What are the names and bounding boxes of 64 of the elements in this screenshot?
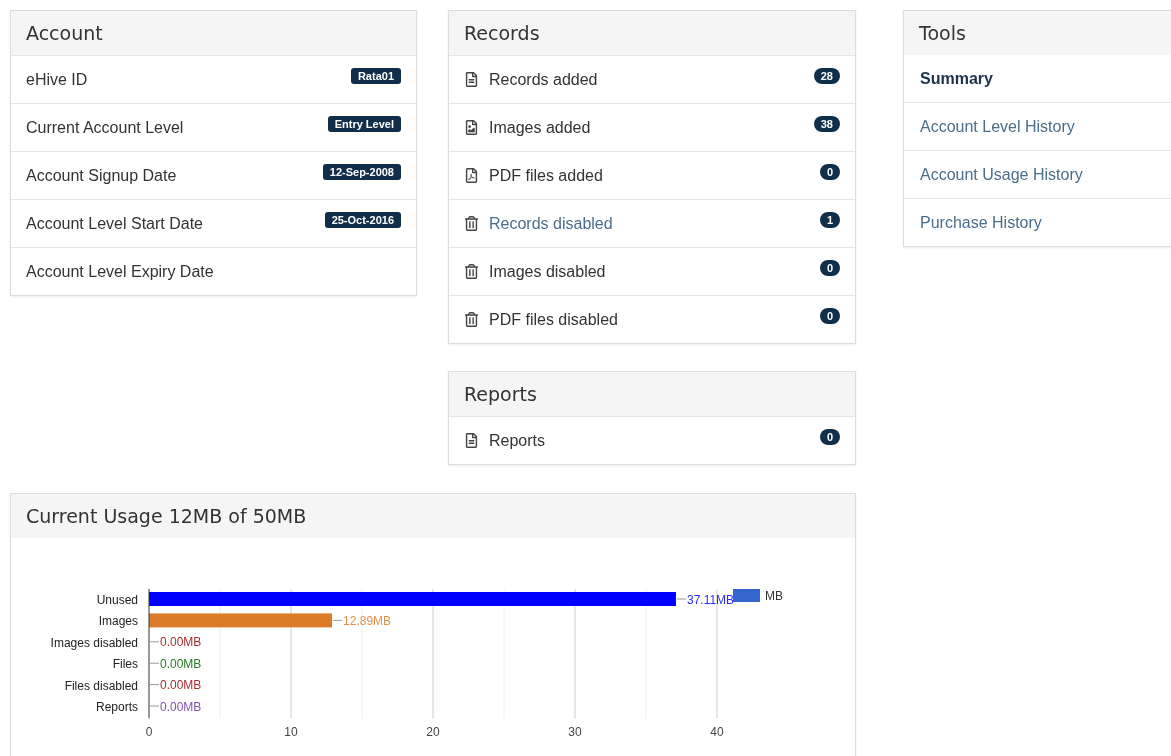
tick-label: 10 <box>284 725 298 739</box>
value-label: 0.00MB <box>160 699 202 714</box>
panel-title: Current Usage 12MB of 50MB <box>26 505 307 527</box>
tick-label: 20 <box>426 725 440 739</box>
field-label: Account Level Expiry Date <box>26 262 215 281</box>
tools-link[interactable]: Purchase History <box>904 198 1171 246</box>
panel-title: Tools <box>919 22 966 44</box>
category-label: Files disabled <box>64 678 138 693</box>
leader-line <box>332 619 343 621</box>
leader-line <box>149 705 160 707</box>
document-icon <box>464 433 479 448</box>
value-badge: Entry Level <box>327 116 401 132</box>
item-label: PDF files disabled <box>489 310 619 329</box>
count-badge: 1 <box>819 212 840 228</box>
item-label: PDF files added <box>489 166 604 185</box>
item-label[interactable]: Records disabled <box>489 214 810 233</box>
tools-link[interactable]: Account Level History <box>904 102 1171 150</box>
panel-title: Records <box>464 22 540 44</box>
legend-swatch <box>733 589 760 602</box>
value-badge: 12-Sep-2008 <box>322 164 401 180</box>
count-badge: 38 <box>813 116 840 132</box>
leader-line <box>149 684 160 686</box>
item-label: Reports <box>489 431 547 450</box>
item-label: Images disabled <box>489 262 607 281</box>
count-badge: 0 <box>819 308 840 324</box>
trash-icon <box>464 216 479 231</box>
leader-line <box>676 598 687 600</box>
item-label: Images added <box>489 118 592 137</box>
category-label: Unused <box>96 593 138 607</box>
field-label: Account Signup Date <box>26 166 178 185</box>
value-label: 0.00MB <box>160 635 202 650</box>
tick-label: 0 <box>145 725 153 739</box>
panel-title: Reports <box>464 383 537 405</box>
category-label: Images disabled <box>50 635 138 650</box>
tools-link[interactable]: Summary <box>904 55 1171 102</box>
pdf-file-icon <box>464 168 479 183</box>
tick-label: 30 <box>568 725 582 739</box>
field-label: Current Account Level <box>26 118 185 137</box>
category-label: Files <box>112 657 138 672</box>
item-label: Records added <box>489 70 599 89</box>
trash-icon <box>464 312 479 327</box>
leader-line <box>149 641 160 643</box>
count-badge: 0 <box>819 429 840 445</box>
document-icon <box>464 72 479 87</box>
image-file-icon <box>464 120 479 135</box>
leader-line <box>149 662 160 664</box>
value-label: 12.89MB <box>343 613 392 628</box>
count-badge: 28 <box>813 68 840 84</box>
value-badge: Rata01 <box>350 68 401 84</box>
value-badge: 25-Oct-2016 <box>324 212 401 228</box>
value-label: 37.11MB <box>686 592 735 607</box>
trash-icon <box>464 264 479 279</box>
category-label: Images <box>98 614 138 629</box>
field-label: Account Level Start Date <box>26 214 204 233</box>
tools-link[interactable]: Account Usage History <box>904 150 1171 198</box>
field-label: eHive ID <box>26 70 89 89</box>
legend-label: MB <box>765 589 783 603</box>
tick-label: 40 <box>710 725 724 739</box>
count-badge: 0 <box>819 164 840 180</box>
panel-title: Account <box>26 22 103 44</box>
value-label: 0.00MB <box>160 656 202 671</box>
category-label: Reports <box>95 700 138 714</box>
count-badge: 0 <box>819 260 840 276</box>
value-label: 0.00MB <box>160 678 202 693</box>
